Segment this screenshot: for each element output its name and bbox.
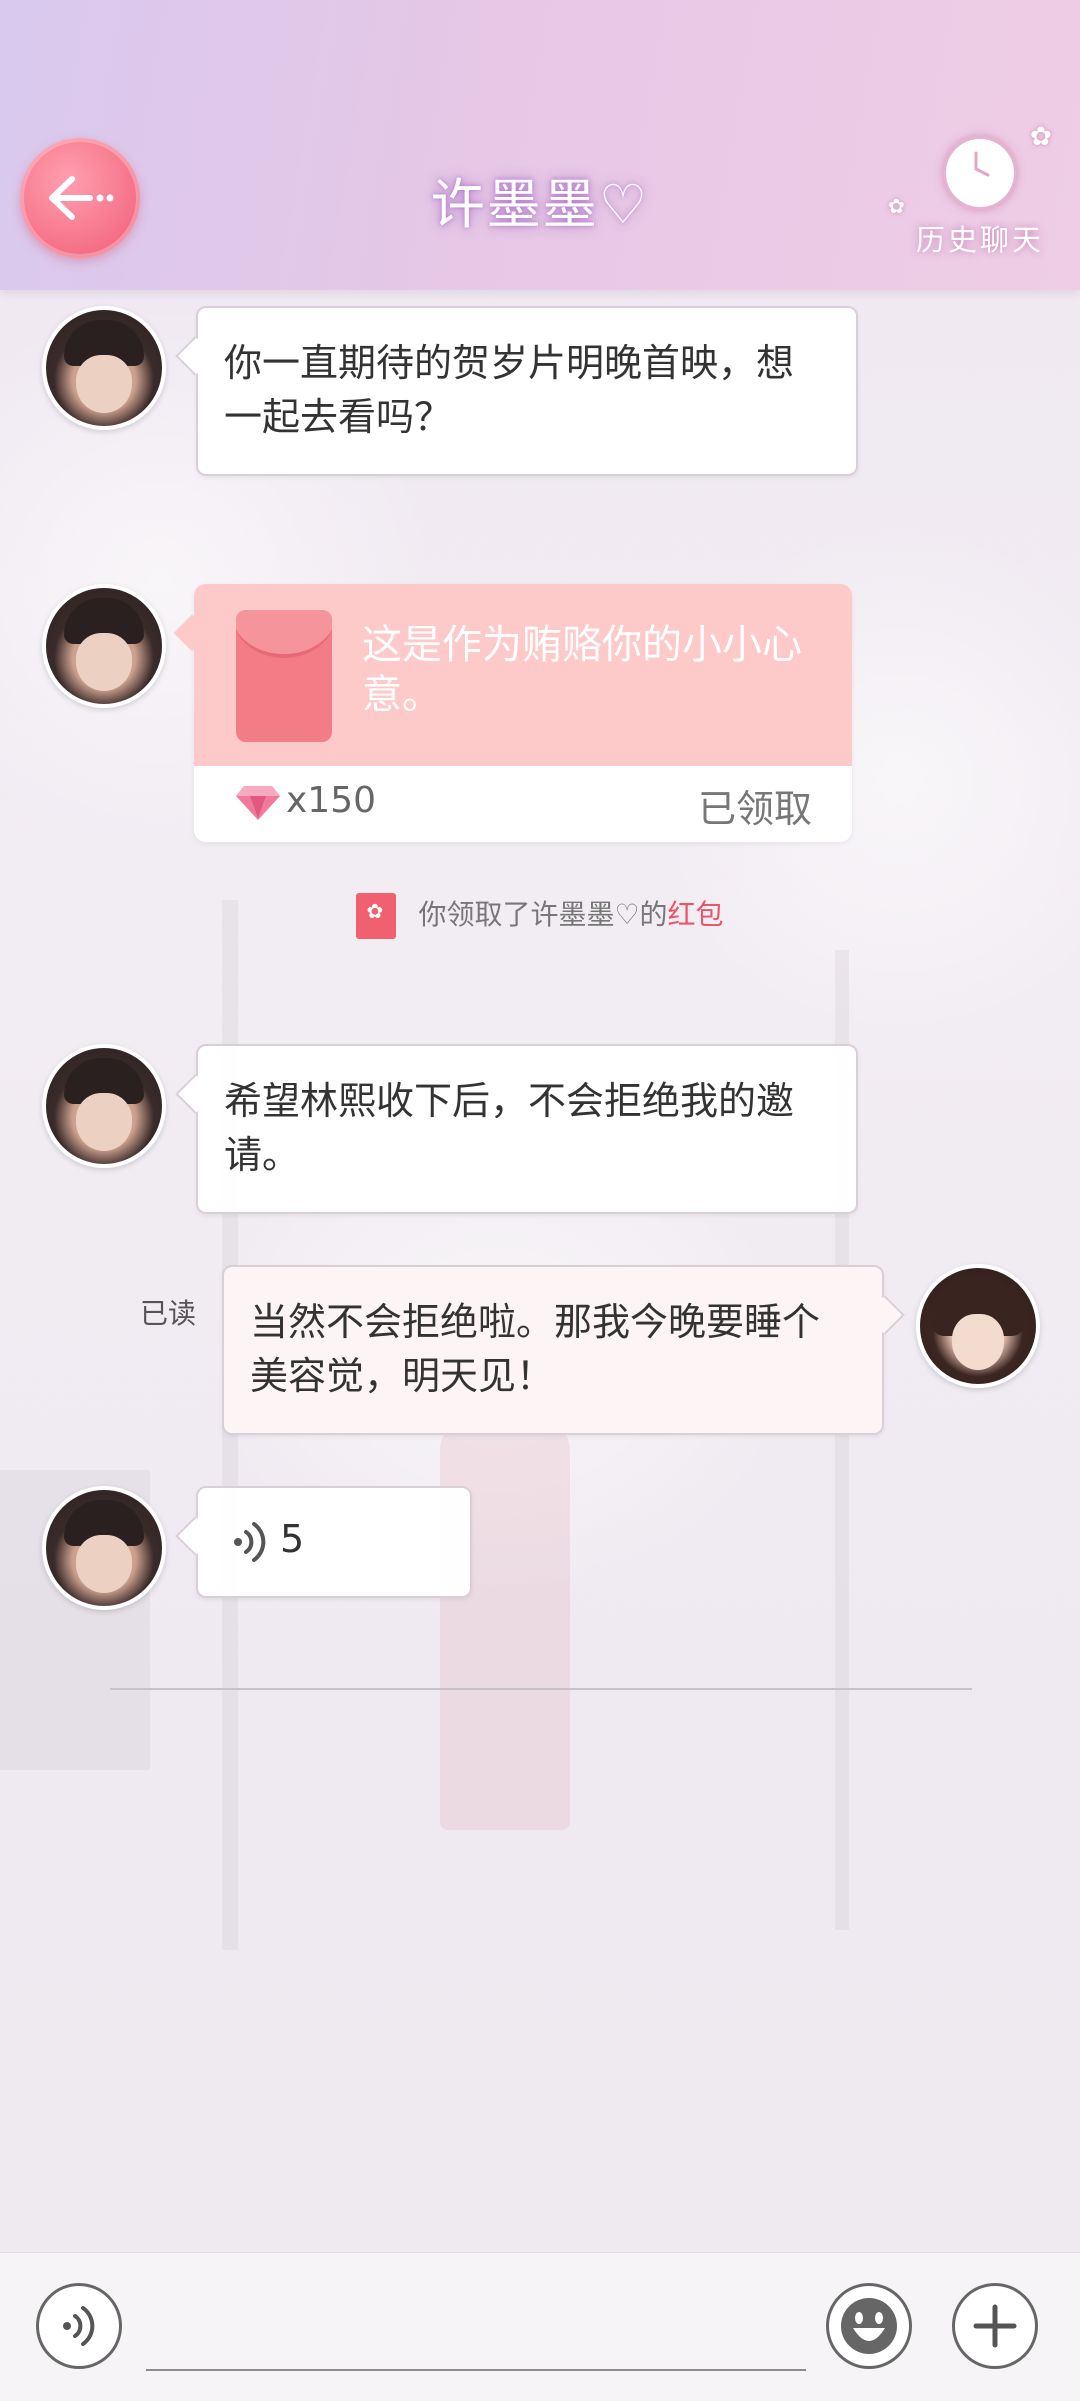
message-bubble: 你一直期待的贺岁片明晚首映，想一起去看吗？ [196, 306, 858, 476]
notice-highlight: 红包 [667, 898, 724, 931]
voice-input-button[interactable] [36, 2283, 122, 2369]
emoji-button[interactable] [826, 2283, 912, 2369]
contact-avatar[interactable] [42, 584, 166, 708]
my-message-bubble: 当然不会拒绝啦。那我今晚要睡个美容觉，明天见！ [222, 1265, 884, 1435]
voice-duration: 5 [280, 1517, 305, 1561]
red-packet-small-icon [356, 893, 397, 939]
input-bar [0, 2252, 1080, 2401]
diamond-icon [236, 786, 280, 820]
clock-icon [942, 135, 1018, 211]
claimed-status: 已领取 [697, 787, 812, 831]
red-packet-text: 这是作为贿赂你的小小心意。 [362, 622, 802, 718]
contact-avatar[interactable] [42, 306, 166, 430]
plus-button[interactable] [952, 2283, 1038, 2369]
voice-wave-icon [234, 1521, 266, 1562]
sparkle-icon: ✿ [1030, 122, 1052, 152]
my-avatar[interactable] [916, 1264, 1040, 1388]
sparkle-icon: ✿ [888, 194, 905, 218]
contact-avatar[interactable] [42, 1486, 166, 1610]
red-envelope-icon [236, 610, 332, 742]
message-text: 当然不会拒绝啦。那我今晚要睡个美容觉，明天见！ [250, 1300, 821, 1398]
reward-amount: x150 [286, 780, 377, 821]
divider-line [110, 1688, 972, 1690]
message-text: 你一直期待的贺岁片明晚首映，想一起去看吗？ [224, 341, 795, 439]
contact-avatar[interactable] [42, 1044, 166, 1168]
red-packet-card[interactable]: 这是作为贿赂你的小小心意。 x150 已领取 [194, 584, 852, 842]
red-packet-footer: x150 已领取 [194, 766, 852, 842]
message-input[interactable] [146, 2369, 806, 2371]
voice-input-icon [63, 2306, 95, 2346]
emoji-icon [841, 2298, 897, 2354]
history-chat-label: 历史聊天 [915, 223, 1044, 257]
plus-icon [973, 2304, 1017, 2348]
read-receipt: 已读 [140, 1297, 197, 1330]
message-text: 希望林熙收下后，不会拒绝我的邀请。 [224, 1079, 795, 1177]
message-bubble: 希望林熙收下后，不会拒绝我的邀请。 [196, 1044, 858, 1214]
system-notice: 你领取了许墨墨♡的红包 [0, 893, 1080, 939]
notice-text: 你领取了许墨墨♡的 [418, 898, 668, 931]
chat-header: 许墨墨♡ 历史聊天 ✿ ✿ [0, 0, 1080, 290]
history-chat-button[interactable]: 历史聊天 [900, 135, 1060, 265]
red-packet-top: 这是作为贿赂你的小小心意。 [194, 584, 852, 766]
voice-message-bubble[interactable]: 5 [196, 1486, 472, 1598]
